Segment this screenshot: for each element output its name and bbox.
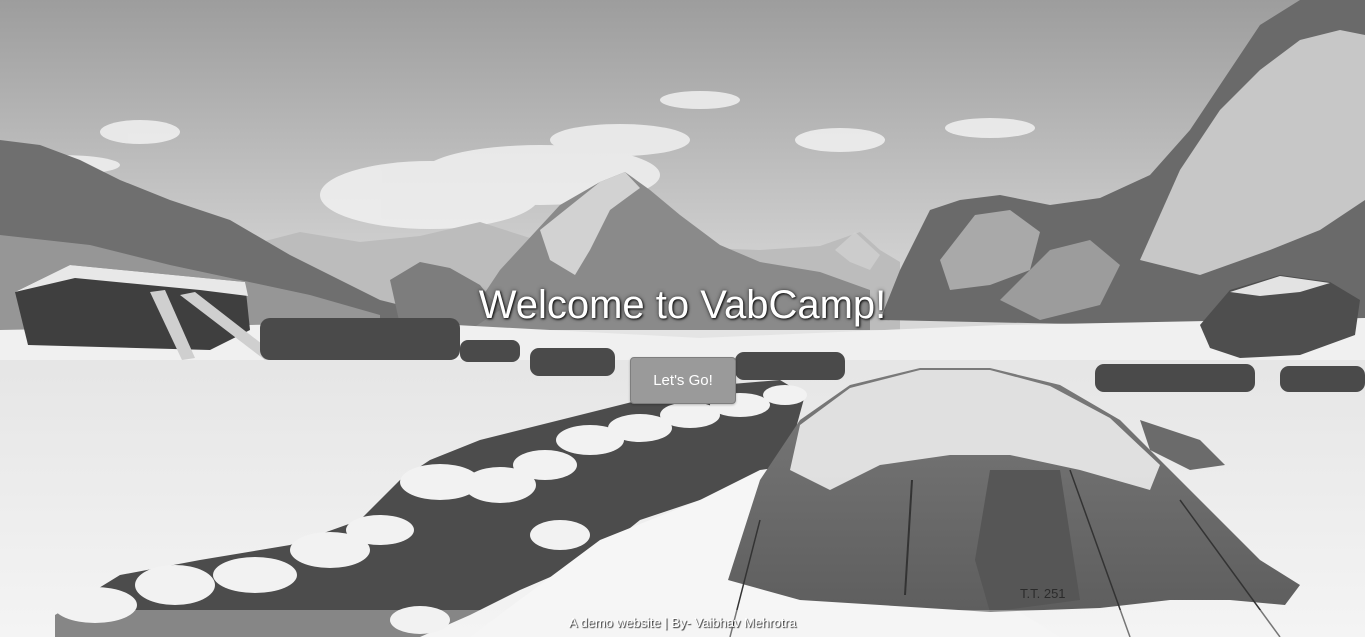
landing-hero: T.T. 251 Welcome to VabCamp! Let's Go! A… xyxy=(0,0,1365,637)
page-title: Welcome to VabCamp! xyxy=(478,283,887,327)
lets-go-button[interactable]: Let's Go! xyxy=(630,357,736,404)
svg-text:T.T. 251: T.T. 251 xyxy=(1020,586,1066,601)
footer-credit: A demo website | By- Vaibhav Mehrotra xyxy=(568,615,797,630)
